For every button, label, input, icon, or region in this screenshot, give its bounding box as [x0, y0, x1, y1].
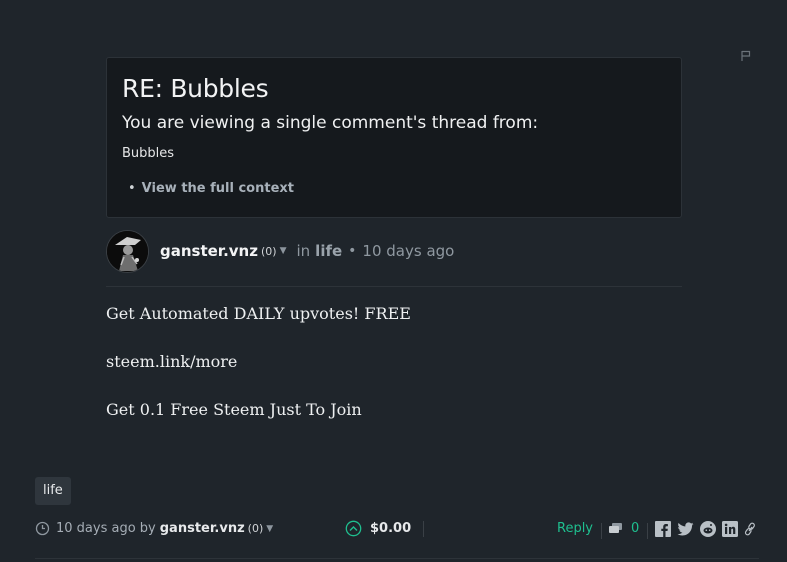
link-icon[interactable]	[744, 522, 756, 536]
footer-time: 10 days ago by	[56, 521, 156, 536]
separator	[423, 520, 425, 537]
share-bar	[655, 521, 756, 537]
post-time: 10 days ago	[362, 242, 455, 260]
twitter-icon[interactable]	[677, 521, 694, 537]
comment-body: Get Automated DAILY upvotes! FREE steem.…	[106, 303, 682, 447]
category-link[interactable]: life	[315, 242, 342, 260]
author-reputation: (0)	[260, 244, 277, 258]
footer-author[interactable]: ganster.vnz	[160, 521, 245, 536]
vote-area: $0.00	[345, 520, 425, 537]
clock-icon	[35, 521, 50, 536]
avatar[interactable]	[106, 229, 149, 273]
view-full-context-link[interactable]: View the full context	[142, 181, 294, 196]
post-footer: 10 days ago by ganster.vnz (0) ▼ $0.00 R…	[35, 518, 759, 542]
list-bullet: •	[128, 181, 136, 196]
separator	[601, 523, 602, 539]
chevron-down-icon[interactable]: ▼	[280, 246, 287, 256]
linkedin-icon[interactable]	[722, 521, 738, 537]
divider	[35, 558, 759, 559]
separator	[647, 523, 648, 539]
divider	[106, 286, 682, 287]
body-paragraph: Get Automated DAILY upvotes! FREE	[106, 304, 411, 323]
context-list: • View the full context	[122, 181, 666, 196]
facebook-icon[interactable]	[655, 521, 671, 537]
comment-count: 0	[631, 521, 640, 536]
footer-reputation: (0)	[247, 522, 264, 535]
author-name[interactable]: ganster.vnz	[160, 242, 258, 260]
comments-icon	[609, 523, 622, 533]
parent-post-link[interactable]: Bubbles	[122, 146, 666, 161]
separator-dot: •	[348, 243, 357, 259]
comments-count[interactable]: 0	[608, 521, 639, 536]
payout-value[interactable]: $0.00	[370, 521, 411, 536]
body-paragraph: Get 0.1 Free Steem Just To Join	[106, 400, 362, 419]
tag-life[interactable]: life	[35, 477, 71, 505]
thread-context-box: RE: Bubbles You are viewing a single com…	[106, 57, 682, 218]
body-paragraph: steem.link/more	[106, 352, 238, 371]
author-row: ganster.vnz (0) ▼ in life • 10 days ago	[106, 229, 682, 273]
in-label: in	[296, 242, 311, 260]
footer-meta: 10 days ago by ganster.vnz (0) ▼	[35, 521, 273, 536]
reply-button[interactable]: Reply	[557, 521, 593, 536]
chevron-down-icon[interactable]: ▼	[266, 524, 273, 534]
page-title: RE: Bubbles	[122, 74, 269, 103]
flag-icon[interactable]	[740, 50, 752, 62]
reddit-icon[interactable]	[700, 521, 716, 537]
context-subtitle: You are viewing a single comment's threa…	[122, 113, 539, 133]
upvote-icon[interactable]	[345, 520, 362, 537]
